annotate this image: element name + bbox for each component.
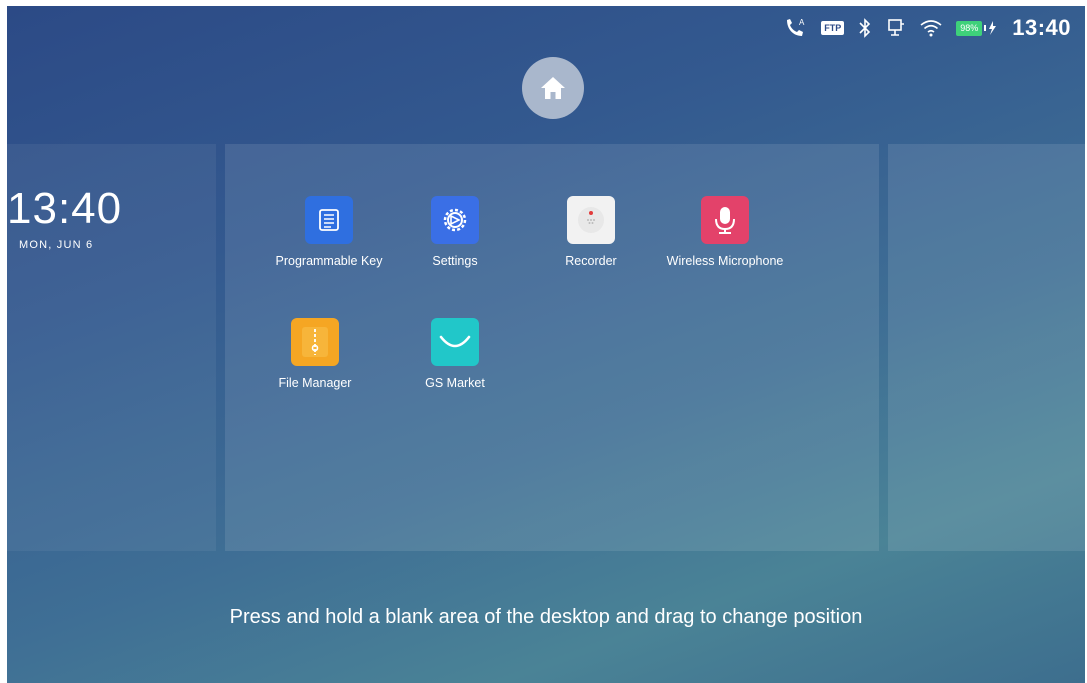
desktop-page-center[interactable]: Programmable Key Settings Recorder Wirel…: [225, 144, 879, 551]
app-settings[interactable]: Settings: [385, 196, 525, 268]
app-label: Programmable Key: [275, 254, 383, 268]
desktop-page-right[interactable]: [888, 144, 1085, 551]
svg-text:A: A: [799, 18, 805, 27]
ethernet-icon: [886, 17, 906, 39]
wifi-icon: [920, 17, 942, 39]
app-gs-market[interactable]: GS Market: [385, 318, 525, 390]
clock-widget-date: MON, JUN 6: [19, 239, 94, 251]
home-icon: [541, 77, 565, 99]
desktop-screen: A FTP 98% 13:40 13:40 MON, JUN 6 Program…: [7, 6, 1085, 683]
ftp-badge: FTP: [821, 21, 845, 35]
app-file-manager[interactable]: File Manager: [245, 318, 385, 390]
status-clock: 13:40: [1012, 15, 1071, 40]
app-label: Recorder: [565, 254, 617, 268]
microphone-icon: [701, 196, 749, 244]
desktop-page-left[interactable]: 13:40 MON, JUN 6: [7, 144, 216, 551]
charging-icon: [984, 21, 997, 35]
bluetooth-icon: [858, 17, 872, 39]
app-recorder[interactable]: Recorder: [521, 196, 661, 268]
programmable-key-icon: [305, 196, 353, 244]
app-programmable-key[interactable]: Programmable Key: [259, 196, 399, 268]
app-label: File Manager: [278, 376, 352, 390]
battery-level: 98%: [956, 20, 983, 36]
app-label: Wireless Microphone: [666, 254, 784, 268]
recorder-icon: [567, 196, 615, 244]
hint-text: Press and hold a blank area of the deskt…: [229, 606, 863, 628]
call-auto-answer-icon: A: [783, 17, 807, 39]
home-button[interactable]: [522, 57, 584, 119]
app-label: Settings: [432, 254, 478, 268]
app-label: GS Market: [425, 376, 485, 390]
app-wireless-microphone[interactable]: Wireless Microphone: [655, 196, 795, 268]
ftp-icon: FTP: [821, 17, 845, 39]
battery-indicator: 98%: [956, 20, 998, 36]
status-bar: A FTP 98% 13:40: [7, 6, 1085, 50]
settings-gear-icon: [431, 196, 479, 244]
gs-market-icon: [431, 318, 479, 366]
file-manager-icon: [291, 318, 339, 366]
clock-widget-time: 13:40: [7, 184, 123, 233]
